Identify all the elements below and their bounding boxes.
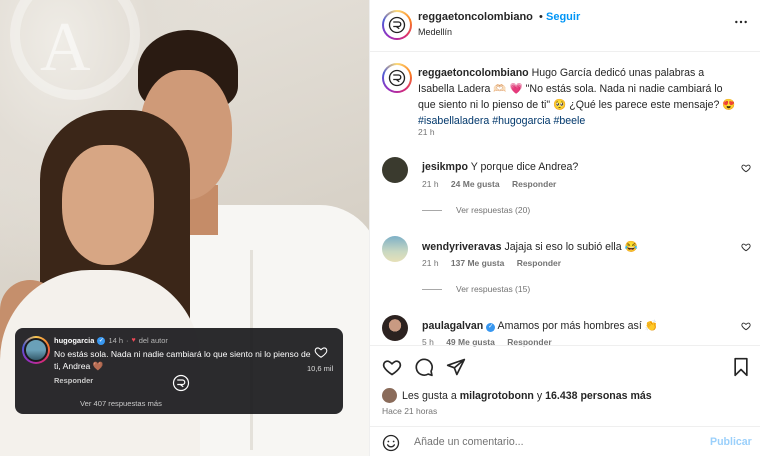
likes-summary: Les gusta a milagrotobonn y 16.438 perso… [382, 388, 652, 403]
replies-line [422, 288, 442, 290]
overlay-more-replies[interactable]: Ver 407 respuestas más [80, 399, 162, 408]
overlay-time: 14 h [108, 336, 124, 345]
liker-username[interactable]: milagrotobonn [460, 390, 534, 402]
like-heart-icon[interactable] [382, 357, 402, 377]
comment-text: Amamos por más hombres así 👏 [497, 320, 658, 332]
reggaeton-logo-icon [388, 69, 406, 87]
instagram-post-view: A hugogarcia ✓ 14 h · ♥ del autor No est… [0, 0, 760, 456]
comment-meta: 21 h 24 Me gusta Responder [422, 179, 566, 189]
view-replies-button[interactable]: Ver respuestas (20) [422, 205, 530, 215]
overlay-reply-button[interactable]: Responder [54, 376, 93, 385]
comment-username[interactable]: wendyriveravas [422, 241, 502, 253]
comment-input[interactable]: Añade un comentario... [414, 436, 524, 448]
emoji-smiley-icon[interactable] [382, 434, 400, 452]
comment-avatar[interactable] [382, 315, 408, 341]
comment-body: paulagalvan ✓ Amamos por más hombres así… [422, 319, 658, 332]
author-comment-overlay: hugogarcia ✓ 14 h · ♥ del autor No estás… [15, 328, 343, 414]
reggaeton-logo-icon [388, 16, 406, 34]
likes-conj: y [536, 389, 543, 402]
share-send-icon[interactable] [446, 357, 466, 377]
comment-avatar[interactable] [382, 157, 408, 183]
post-side-panel: reggaetoncolombiano • Seguir Medellín re… [369, 0, 760, 456]
post-photo[interactable]: A hugogarcia ✓ 14 h · ♥ del autor No est… [0, 0, 369, 456]
overlay-username[interactable]: hugogarcia [54, 336, 94, 345]
add-comment-bar: Añade un comentario... Publicar [370, 426, 760, 456]
caption-username[interactable]: reggaetoncolombiano [418, 67, 529, 79]
likes-prefix: Les gusta a [402, 389, 457, 402]
caption-time: 21 h [418, 127, 435, 137]
overlay-like-count: 10,6 mil [307, 364, 334, 373]
view-replies-label[interactable]: Ver respuestas (20) [456, 205, 530, 215]
author-heart-icon: ♥ [131, 337, 136, 344]
brand-logo-icon [172, 374, 190, 392]
liker-avatar[interactable] [382, 388, 397, 403]
publish-button[interactable]: Publicar [710, 436, 752, 448]
overlay-header: hugogarcia ✓ 14 h · ♥ del autor [54, 336, 168, 345]
caption-avatar[interactable] [382, 63, 412, 93]
overlay-dot: · [126, 336, 129, 345]
overlay-comment-text: No estás sola. Nada ni nadie cambiará lo… [54, 349, 311, 371]
heart-outline-icon[interactable] [741, 242, 751, 252]
comment-text: Jajaja si eso lo subió ella 😂 [504, 241, 638, 253]
post-timestamp[interactable]: Hace 21 horas [382, 406, 437, 416]
comment-reply-button[interactable]: Responder [512, 179, 556, 189]
comment-time: 21 h [422, 258, 439, 268]
overlay-author-badge: del autor [138, 336, 168, 345]
view-replies-button[interactable]: Ver respuestas (15) [422, 284, 530, 294]
header-dot: • [539, 11, 543, 23]
comment-time: 21 h [422, 179, 439, 189]
heart-outline-icon[interactable] [741, 163, 751, 173]
comment-likes[interactable]: 137 Me gusta [451, 258, 504, 268]
header-location[interactable]: Medellín [418, 27, 452, 37]
wall-emblem-letter: A [40, 9, 91, 86]
post-header: reggaetoncolombiano • Seguir Medellín [370, 0, 760, 52]
comment-username[interactable]: paulagalvan [422, 320, 483, 332]
bookmark-save-icon[interactable] [731, 357, 751, 377]
likes-count[interactable]: 16.438 personas más [545, 390, 652, 402]
heart-outline-icon[interactable] [741, 321, 751, 331]
comment-avatar[interactable] [382, 236, 408, 262]
more-options-icon[interactable] [733, 14, 749, 30]
comment-bubble-icon[interactable] [414, 357, 434, 377]
view-replies-label[interactable]: Ver respuestas (15) [456, 284, 530, 294]
post-caption: reggaetoncolombiano Hugo García dedicó u… [418, 65, 738, 129]
comment-username[interactable]: jesikmpo [422, 161, 468, 173]
account-avatar[interactable] [382, 10, 412, 40]
hashtag[interactable]: #isabellaladera [418, 115, 489, 127]
comment-likes[interactable]: 24 Me gusta [451, 179, 500, 189]
comment-body: jesikmpo Y porque dice Andrea? [422, 161, 578, 173]
header-username[interactable]: reggaetoncolombiano [418, 11, 533, 23]
post-action-bar [370, 345, 760, 385]
hashtag[interactable]: #beele [553, 115, 585, 127]
comment-meta: 21 h 137 Me gusta Responder [422, 258, 571, 268]
hashtag[interactable]: #hugogarcia [492, 115, 550, 127]
comment-reply-button[interactable]: Responder [517, 258, 561, 268]
comment-body: wendyriveravas Jajaja si eso lo subió el… [422, 240, 638, 253]
comment-text: Y porque dice Andrea? [470, 161, 579, 173]
follow-button[interactable]: Seguir [546, 11, 580, 23]
heart-outline-icon[interactable] [314, 345, 328, 359]
woman-face [62, 145, 154, 265]
replies-line [422, 209, 442, 211]
verified-badge-icon: ✓ [97, 336, 106, 345]
verified-badge-icon: ✓ [486, 323, 496, 332]
overlay-avatar[interactable] [22, 336, 50, 364]
